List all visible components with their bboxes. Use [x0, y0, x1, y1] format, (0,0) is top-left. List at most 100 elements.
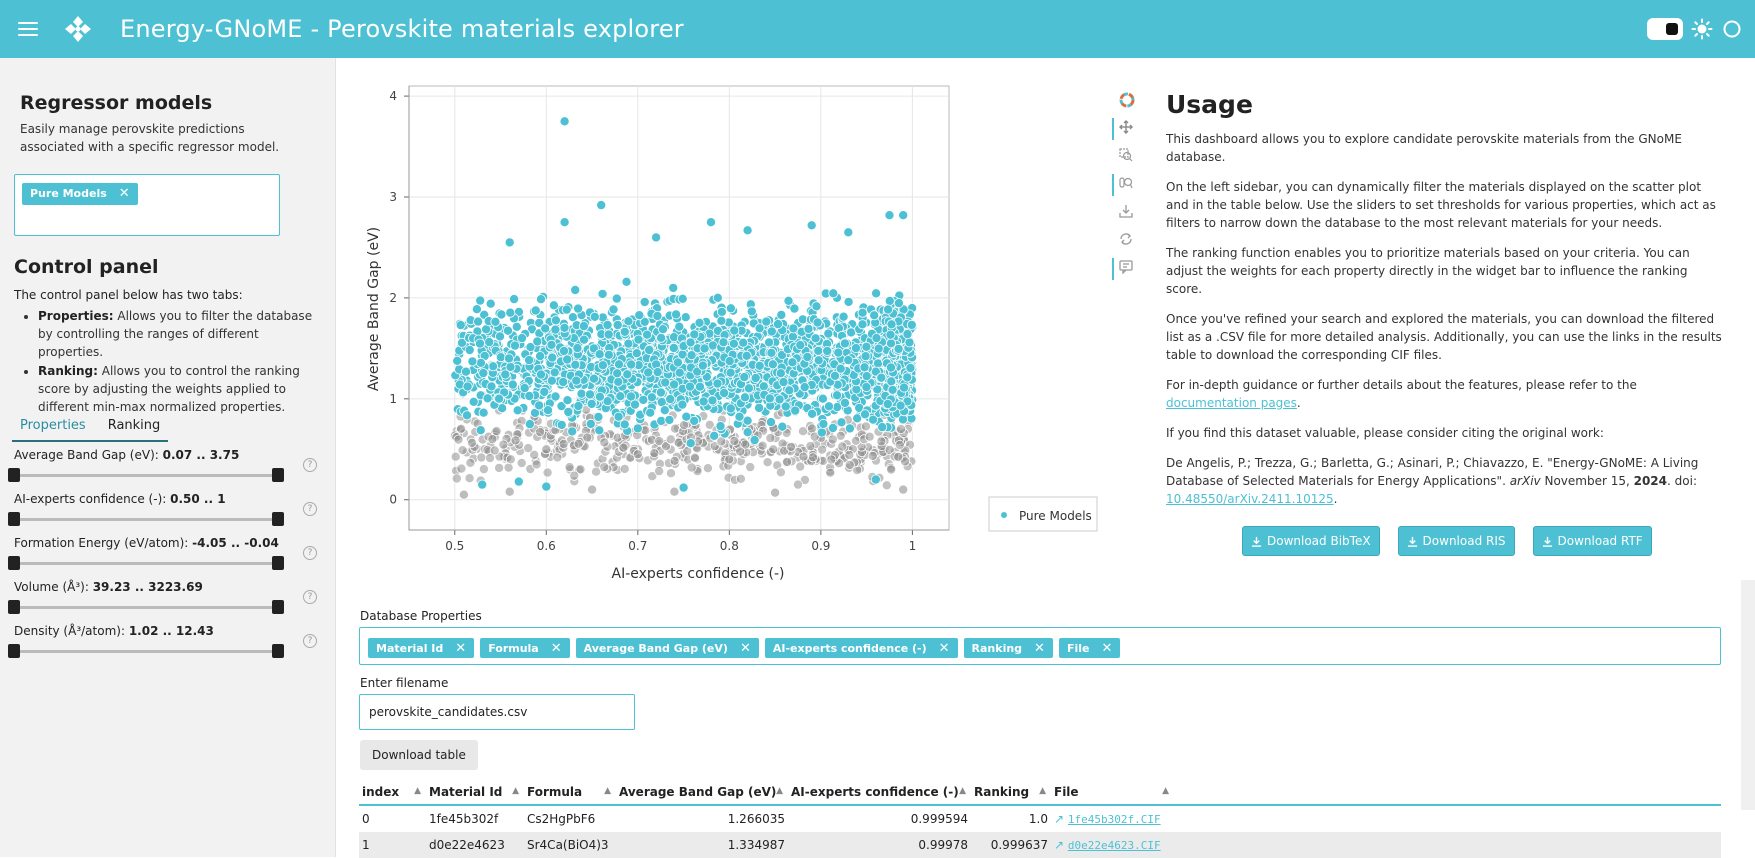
scatter-point — [884, 210, 895, 221]
slider-handle-min[interactable] — [8, 600, 20, 614]
scatter-point — [665, 394, 676, 405]
filename-input[interactable] — [359, 694, 635, 730]
slider-handle-max[interactable] — [272, 600, 284, 614]
scatter-point — [869, 310, 880, 321]
slider-handle-min[interactable] — [8, 644, 20, 658]
scatter-point — [864, 431, 875, 442]
help-icon[interactable]: ? — [303, 634, 317, 648]
help-icon[interactable]: ? — [303, 458, 317, 472]
slider-handle-min[interactable] — [8, 512, 20, 526]
scatter-point — [686, 462, 697, 473]
legend-marker — [1001, 512, 1007, 518]
help-icon[interactable]: ? — [303, 546, 317, 560]
scatter-point — [585, 418, 596, 429]
scatter-point — [843, 227, 854, 238]
hover-icon[interactable] — [1110, 254, 1138, 282]
slider-handle-max[interactable] — [272, 468, 284, 482]
formation-energy-slider[interactable]: Formation Energy (eV/atom): -4.05 .. -0.… — [8, 536, 317, 576]
scatter-point — [475, 338, 486, 349]
scatter-point — [811, 301, 822, 312]
scatter-point — [802, 351, 813, 362]
scatter-point — [861, 382, 872, 393]
scatter-point — [572, 343, 583, 354]
scatter-point — [668, 342, 679, 353]
column-header-material-id[interactable]: Material Id ▲ — [426, 785, 524, 799]
scatter-point — [471, 304, 482, 315]
scatter-point — [775, 467, 786, 478]
slider-handle-min[interactable] — [8, 556, 20, 570]
remove-chip-icon[interactable]: ✕ — [939, 641, 950, 656]
cif-link[interactable]: 1fe45b302f.CIF — [1068, 813, 1161, 826]
scatter-point — [478, 407, 489, 418]
scatter-point — [671, 309, 682, 320]
column-header-ranking[interactable]: Ranking ▲ — [971, 785, 1051, 799]
scatter-point — [619, 419, 630, 430]
wheel-zoom-icon[interactable] — [1110, 170, 1138, 198]
band-gap-slider[interactable]: Average Band Gap (eV): 0.07 .. 3.75 ? — [8, 448, 317, 488]
box-zoom-icon[interactable] — [1110, 142, 1138, 170]
pan-icon[interactable] — [1110, 114, 1138, 142]
theme-toggle[interactable] — [1647, 18, 1683, 40]
slider-handle-max[interactable] — [272, 512, 284, 526]
remove-chip-icon[interactable]: ✕ — [119, 186, 130, 201]
scatter-point — [573, 303, 584, 314]
regressor-multiselect[interactable]: Pure Models ✕ — [14, 174, 280, 236]
scatter-point — [591, 466, 602, 477]
column-header-formula[interactable]: Formula ▲ — [524, 785, 616, 799]
scatter-point — [659, 405, 670, 416]
remove-chip-icon[interactable]: ✕ — [740, 641, 751, 656]
scatter-point — [672, 357, 683, 368]
volume-slider[interactable]: Volume (Å³): 39.23 .. 3223.69 ? — [8, 580, 317, 620]
documentation-link[interactable]: documentation pages — [1166, 396, 1297, 410]
scatter-point — [883, 304, 894, 315]
remove-chip-icon[interactable]: ✕ — [1034, 641, 1045, 656]
scatter-point — [868, 414, 879, 425]
scatter-point — [573, 438, 584, 449]
database-properties-multiselect[interactable]: Material Id ✕ Formula ✕ Average Band Gap (… — [359, 627, 1721, 665]
save-icon[interactable] — [1110, 198, 1138, 226]
scatter-point — [716, 306, 727, 317]
scatter-point — [539, 386, 550, 397]
scatter-point — [482, 393, 493, 404]
slider-handle-max[interactable] — [272, 556, 284, 570]
help-icon[interactable]: ? — [303, 502, 317, 516]
scatter-point — [623, 338, 634, 349]
scatter-point — [535, 351, 546, 362]
tab-properties[interactable]: Properties — [12, 410, 94, 440]
remove-chip-icon[interactable]: ✕ — [1101, 641, 1112, 656]
help-icon[interactable]: ? — [303, 590, 317, 604]
slider-handle-max[interactable] — [272, 644, 284, 658]
scrollbar[interactable] — [1741, 580, 1755, 810]
scatter-point — [559, 116, 570, 127]
cif-link[interactable]: d0e22e4623.CIF — [1068, 839, 1161, 852]
tab-ranking[interactable]: Ranking — [100, 410, 169, 440]
confidence-slider[interactable]: AI-experts confidence (-): 0.50 .. 1 ? — [8, 492, 317, 532]
scatter-point — [724, 356, 735, 367]
scatter-point — [629, 399, 640, 410]
column-header-band-gap[interactable]: Average Band Gap (eV) ▲ — [616, 785, 788, 799]
sun-icon[interactable] — [1691, 18, 1713, 40]
scatter-point — [668, 282, 679, 293]
y-tick-label: 4 — [389, 89, 397, 103]
column-header-index[interactable]: index ▲ — [359, 785, 426, 799]
moon-icon[interactable] — [1721, 18, 1743, 40]
remove-chip-icon[interactable]: ✕ — [551, 641, 562, 656]
download-ris-button[interactable]: Download RIS — [1397, 526, 1515, 556]
download-table-button[interactable]: Download table — [360, 740, 478, 770]
column-header-file[interactable]: File ▲ — [1051, 785, 1174, 799]
download-bibtex-button[interactable]: Download BibTeX — [1242, 526, 1380, 556]
scatter-point — [823, 401, 834, 412]
scatter-point — [559, 217, 570, 228]
density-slider[interactable]: Density (Å³/atom): 1.02 .. 12.43 ? — [8, 624, 317, 664]
scatter-point — [456, 463, 467, 474]
slider-handle-min[interactable] — [8, 468, 20, 482]
download-rtf-button[interactable]: Download RTF — [1532, 526, 1652, 556]
scatter-point — [738, 337, 749, 348]
reset-icon[interactable] — [1110, 226, 1138, 254]
column-header-confidence[interactable]: AI-experts confidence (-) ▲ — [788, 785, 971, 799]
doi-link[interactable]: 10.48550/arXiv.2411.10125 — [1166, 492, 1334, 506]
scatter-plot[interactable]: 0.5 0.6 0.7 0.8 0.9 1 0 1 2 3 4 AI-experts confid… — [360, 80, 1100, 590]
menu-icon[interactable] — [18, 18, 38, 40]
remove-chip-icon[interactable]: ✕ — [455, 641, 466, 656]
usage-paragraph: The ranking function enables you to prio… — [1166, 246, 1690, 296]
